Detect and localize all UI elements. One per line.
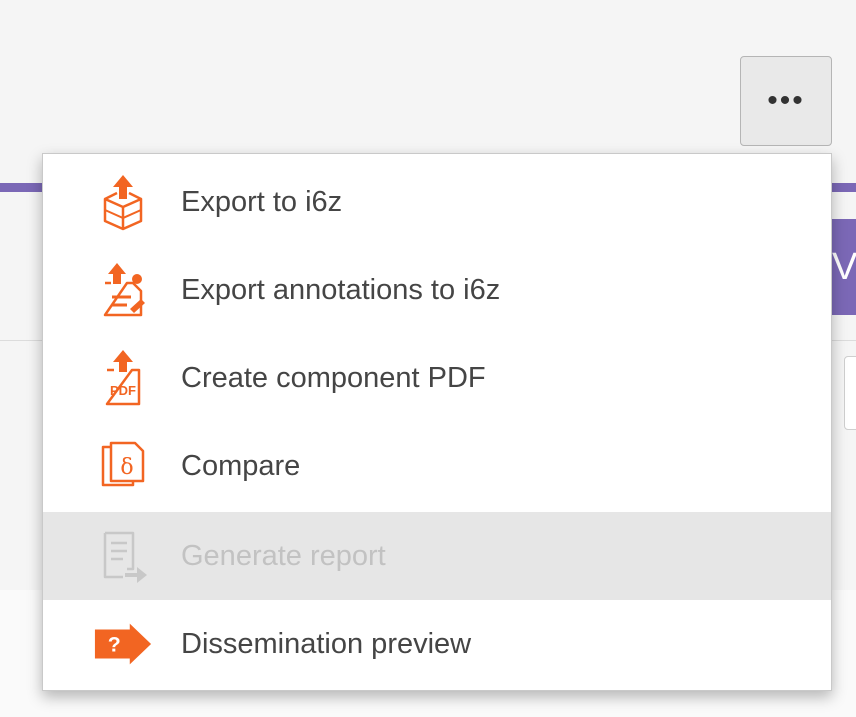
menu-item-generate-report[interactable]: Generate report <box>43 512 831 600</box>
menu-item-export-annotations[interactable]: Export annotations to i6z <box>43 246 831 334</box>
menu-item-label: Create component PDF <box>181 361 486 394</box>
menu-item-label: Compare <box>181 449 301 482</box>
dissemination-arrow-icon: ? <box>93 614 153 674</box>
menu-item-label: Export to i6z <box>181 185 343 218</box>
actions-dropdown-menu: Export to i6z Export annotations to i6z … <box>42 153 832 691</box>
question-icon-text: ? <box>108 633 121 657</box>
menu-item-label: Generate report <box>181 539 386 572</box>
menu-item-label: Export annotations to i6z <box>181 273 501 306</box>
more-dots-icon: ••• <box>767 84 805 117</box>
export-cube-icon <box>93 172 153 232</box>
delta-icon-text: δ <box>120 455 133 480</box>
pdf-icon-text: PDF <box>110 383 136 398</box>
pdf-export-icon: PDF <box>93 348 153 408</box>
menu-item-export-i6z[interactable]: Export to i6z <box>43 158 831 246</box>
menu-item-compare[interactable]: δ Compare <box>43 422 831 510</box>
report-icon <box>93 526 153 586</box>
compare-delta-icon: δ <box>93 436 153 496</box>
more-actions-button[interactable]: ••• <box>740 56 832 146</box>
menu-item-label: Dissemination preview <box>181 627 472 660</box>
menu-item-dissemination-preview[interactable]: ? Dissemination preview <box>43 600 831 688</box>
background-field <box>844 356 856 430</box>
export-annotations-icon <box>93 260 153 320</box>
menu-item-create-pdf[interactable]: PDF Create component PDF <box>43 334 831 422</box>
